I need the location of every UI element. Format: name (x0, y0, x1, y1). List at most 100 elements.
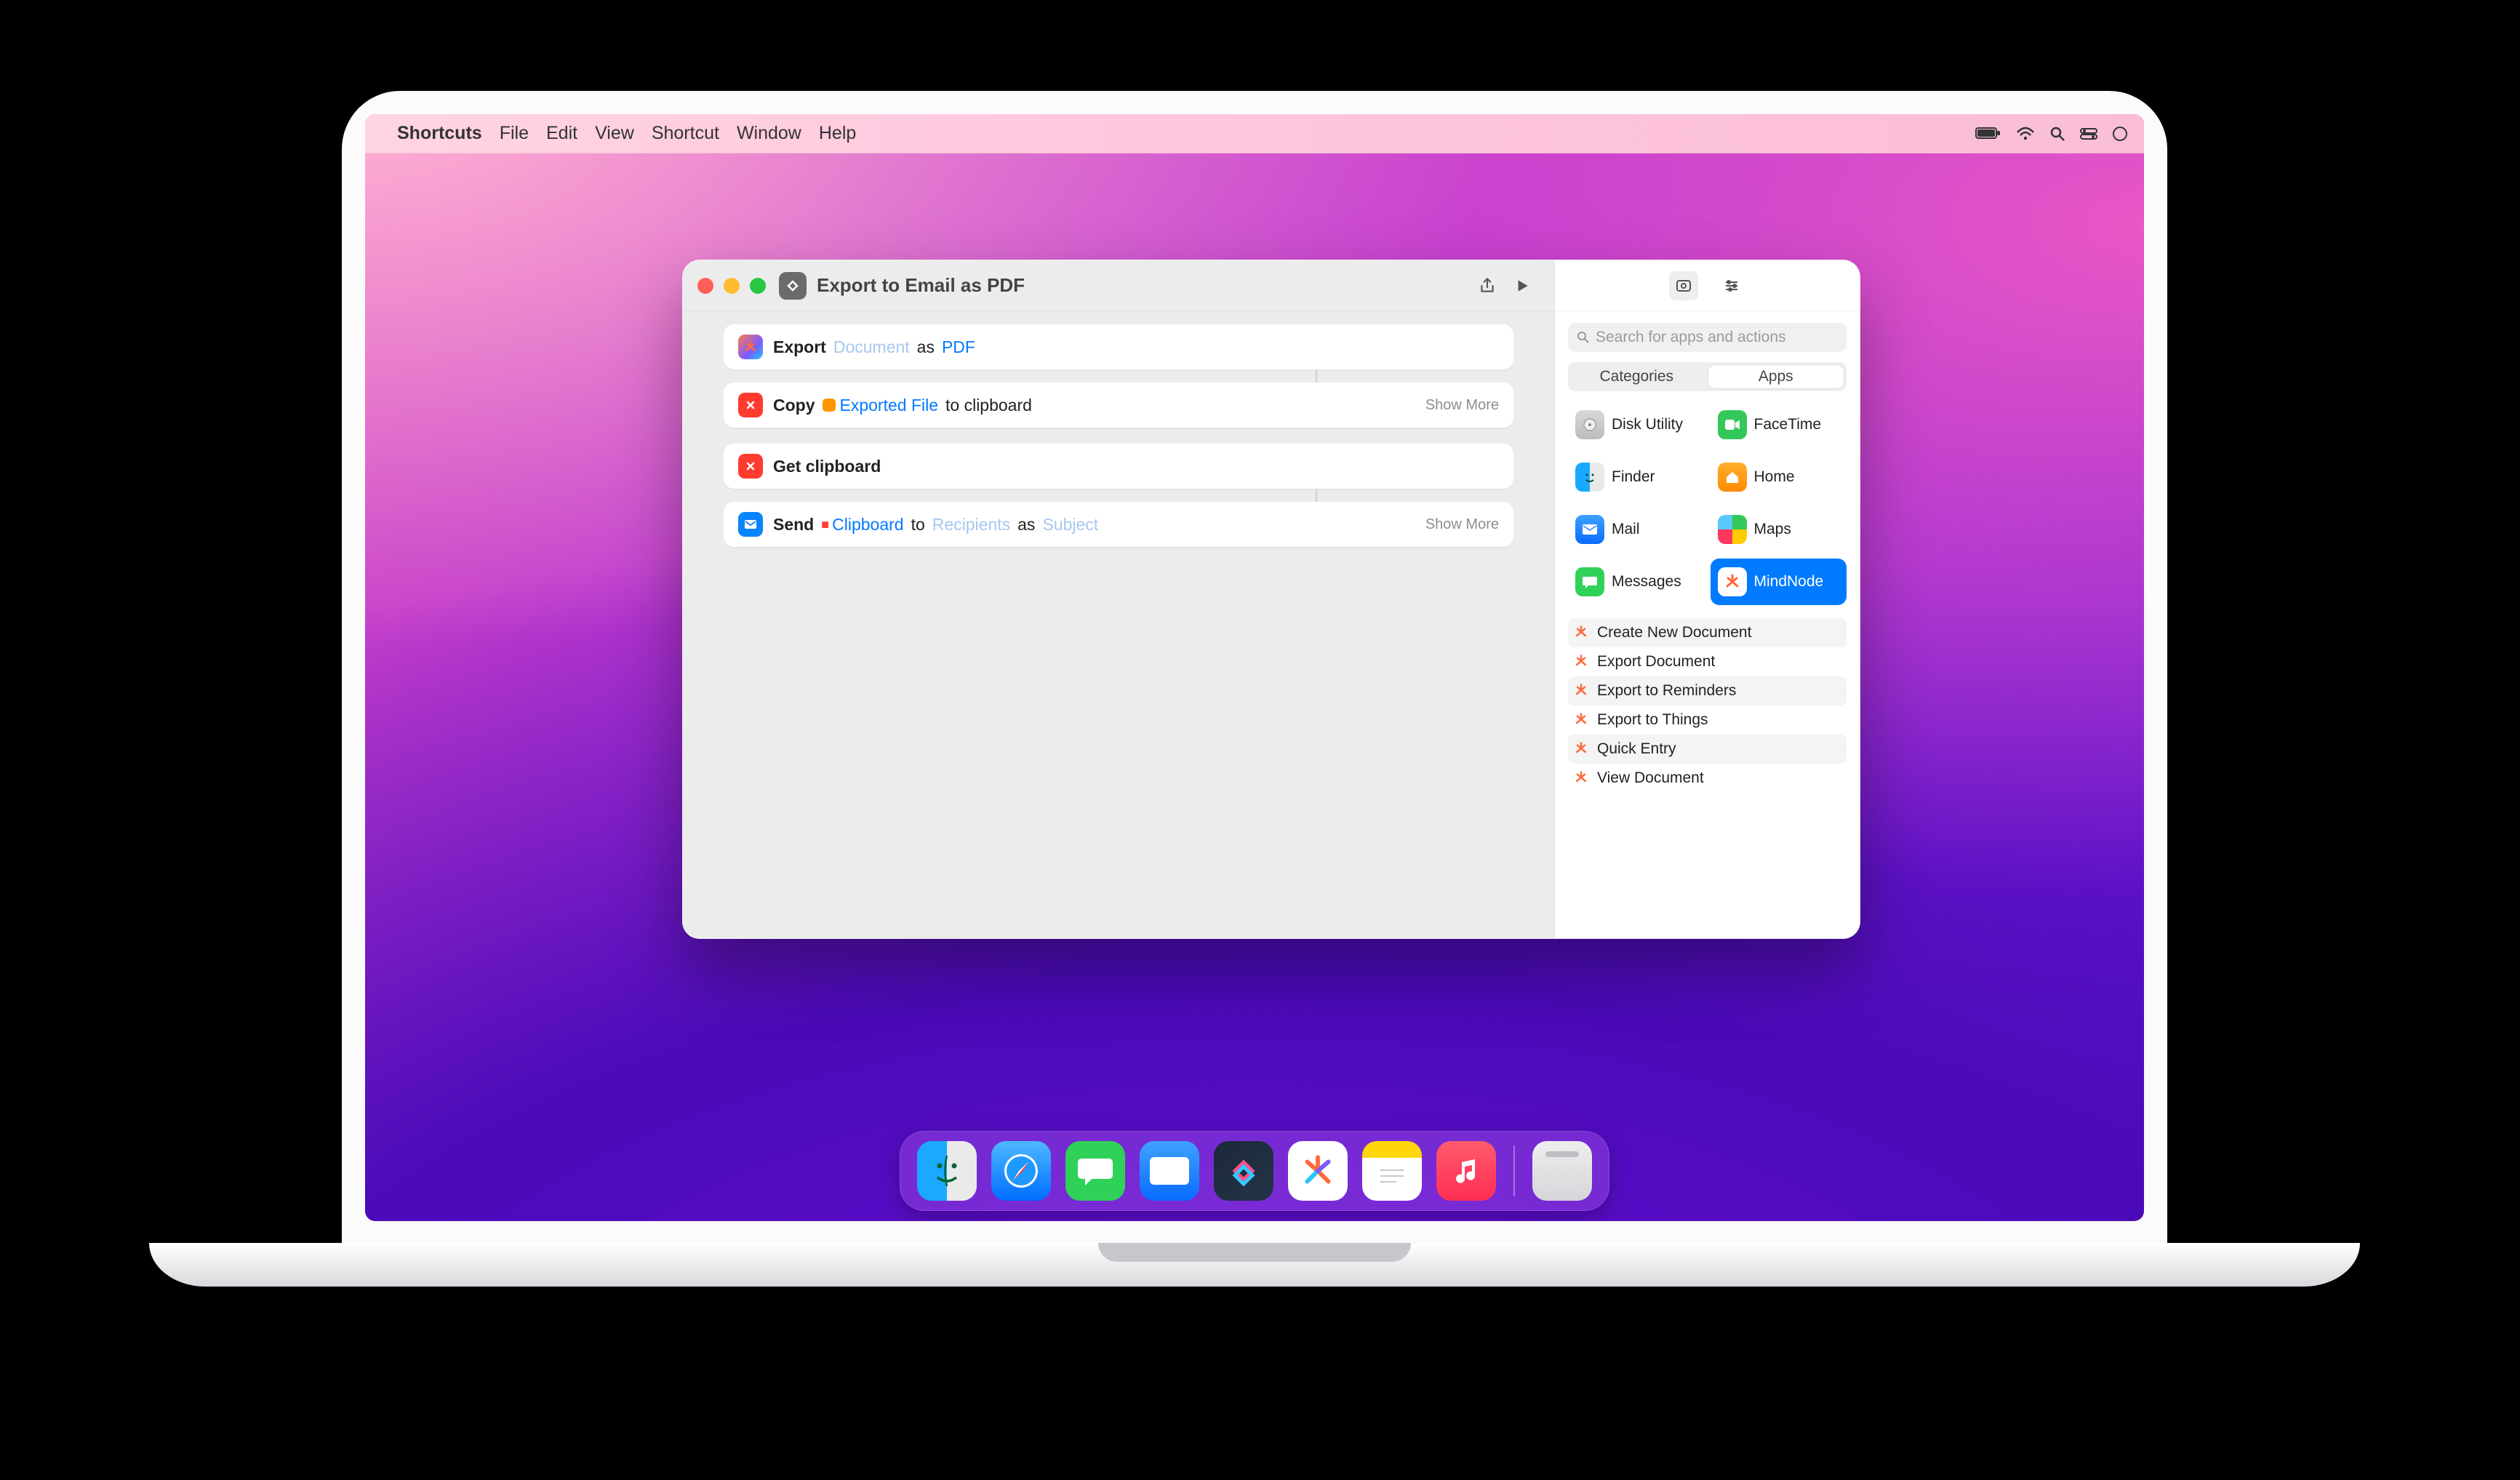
dock-mindnode[interactable] (1288, 1141, 1348, 1201)
action-label: View Document (1597, 769, 1704, 787)
dock-mail[interactable] (1140, 1141, 1199, 1201)
search-placeholder: Search for apps and actions (1596, 329, 1786, 346)
menu-file[interactable]: File (500, 123, 529, 143)
step-token[interactable]: Recipients (932, 515, 1010, 535)
step-verb: Export (773, 337, 826, 357)
step-token[interactable]: PDF (942, 337, 975, 357)
dock-separator (1513, 1145, 1515, 1196)
app-item-home[interactable]: Home (1711, 454, 1847, 500)
step-verb: Copy (773, 396, 815, 415)
app-item-finder[interactable]: Finder (1568, 454, 1705, 500)
share-button[interactable] (1470, 268, 1505, 303)
library-tab-icon[interactable] (1669, 271, 1698, 300)
app-label: Maps (1754, 521, 1791, 538)
run-button[interactable] (1505, 268, 1540, 303)
step-token: as (1017, 515, 1035, 535)
mindnode-icon (1574, 741, 1590, 757)
step-icon (738, 393, 763, 417)
battery-icon[interactable] (1975, 127, 2001, 141)
action-export-to-things[interactable]: Export to Things (1568, 705, 1847, 735)
dock-trash[interactable] (1532, 1141, 1592, 1201)
window-close-button[interactable] (697, 278, 713, 294)
menubar: Shortcuts File Edit View Shortcut Window Help (365, 114, 2144, 153)
window-minimize-button[interactable] (724, 278, 740, 294)
action-create-new-document[interactable]: Create New Document (1568, 618, 1847, 647)
action-step-1[interactable]: Copy Exported File to clipboard Show More (724, 383, 1513, 428)
app-label: MindNode (1754, 573, 1824, 591)
step-verb: Send (773, 515, 814, 535)
step-token[interactable]: Subject (1042, 515, 1098, 535)
show-more-button[interactable]: Show More (1425, 397, 1499, 414)
dock (900, 1131, 1609, 1211)
action-step-3[interactable]: SendClipboardtoRecipientsasSubjectShow M… (724, 502, 1513, 547)
window-zoom-button[interactable] (750, 278, 766, 294)
app-label: Messages (1612, 573, 1681, 591)
app-item-facetime[interactable]: FaceTime (1711, 401, 1847, 448)
step-icon (738, 335, 763, 359)
app-icon (1718, 410, 1747, 439)
menu-help[interactable]: Help (819, 123, 856, 143)
control-center-icon[interactable] (2080, 127, 2097, 140)
dock-safari[interactable] (991, 1141, 1051, 1201)
menu-shortcut[interactable]: Shortcut (652, 123, 719, 143)
step-token: to clipboard (945, 396, 1032, 415)
app-icon (1575, 567, 1604, 596)
app-label: Home (1754, 468, 1795, 486)
mindnode-icon (1574, 712, 1590, 728)
actions-sidebar: Search for apps and actions Categories A… (1554, 260, 1860, 938)
laptop-mockup: Shortcuts File Edit View Shortcut Window Help (313, 91, 2196, 1342)
action-export-document[interactable]: Export Document (1568, 647, 1847, 676)
action-step-0[interactable]: Export Document as PDF (724, 324, 1513, 369)
menu-view[interactable]: View (595, 123, 634, 143)
wifi-icon[interactable] (2016, 127, 2035, 141)
app-icon (1575, 410, 1604, 439)
menu-edit[interactable]: Edit (546, 123, 577, 143)
search-input[interactable]: Search for apps and actions (1568, 323, 1847, 352)
action-label: Export Document (1597, 653, 1715, 671)
action-export-to-reminders[interactable]: Export to Reminders (1568, 676, 1847, 705)
desktop-wallpaper: Shortcuts File Edit View Shortcut Window Help (365, 114, 2144, 1221)
window-titlebar: Export to Email as PDF (683, 260, 1554, 311)
app-item-mindnode[interactable]: MindNode (1711, 559, 1847, 605)
window-title: Export to Email as PDF (817, 274, 1025, 297)
menubar-app-name[interactable]: Shortcuts (397, 123, 482, 144)
app-label: FaceTime (1754, 416, 1822, 433)
action-step-2[interactable]: Get clipboard (724, 444, 1513, 489)
step-token[interactable]: Exported File (823, 396, 939, 415)
app-item-disk-utility[interactable]: Disk Utility (1568, 401, 1705, 448)
app-item-maps[interactable]: Maps (1711, 506, 1847, 553)
app-label: Finder (1612, 468, 1655, 486)
app-item-mail[interactable]: Mail (1568, 506, 1705, 553)
segment-categories[interactable]: Categories (1568, 362, 1705, 391)
step-token: as (917, 337, 935, 357)
step-token[interactable]: Document (833, 337, 910, 357)
step-verb: Get clipboard (773, 457, 881, 476)
show-more-button[interactable]: Show More (1425, 516, 1499, 533)
app-icon (1718, 567, 1747, 596)
dock-music[interactable] (1436, 1141, 1496, 1201)
mindnode-icon (1574, 654, 1590, 670)
mindnode-icon (1574, 625, 1590, 641)
segment-apps[interactable]: Apps (1708, 364, 1845, 389)
settings-tab-icon[interactable] (1717, 271, 1746, 300)
segmented-control[interactable]: Categories Apps (1568, 362, 1847, 391)
step-icon (738, 454, 763, 479)
step-token[interactable]: Clipboard (821, 515, 903, 535)
siri-icon[interactable] (2112, 126, 2128, 142)
action-view-document[interactable]: View Document (1568, 764, 1847, 793)
dock-finder[interactable] (917, 1141, 977, 1201)
workflow-canvas[interactable]: Export Document as PDF Copy Exported File to c… (683, 311, 1554, 560)
app-icon (1718, 463, 1747, 492)
menu-window[interactable]: Window (737, 123, 801, 143)
app-label: Disk Utility (1612, 416, 1683, 433)
action-quick-entry[interactable]: Quick Entry (1568, 735, 1847, 764)
spotlight-icon[interactable] (2049, 126, 2065, 142)
action-label: Quick Entry (1597, 740, 1676, 758)
step-icon (738, 512, 763, 537)
app-icon (1575, 515, 1604, 544)
dock-shortcuts[interactable] (1214, 1141, 1273, 1201)
dock-notes[interactable] (1362, 1141, 1422, 1201)
dock-messages[interactable] (1065, 1141, 1125, 1201)
app-item-messages[interactable]: Messages (1568, 559, 1705, 605)
action-label: Create New Document (1597, 624, 1751, 641)
